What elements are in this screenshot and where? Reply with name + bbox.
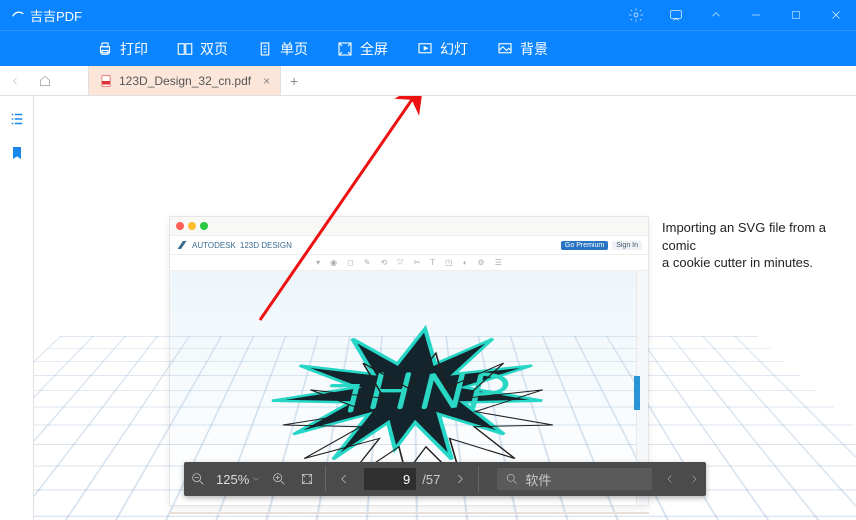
- app-name: 吉吉PDF: [30, 6, 82, 25]
- fullscreen-button[interactable]: 全屏: [336, 39, 388, 59]
- minimize-button[interactable]: [736, 0, 776, 30]
- page-number-input[interactable]: 9: [364, 468, 416, 490]
- background-icon: [496, 40, 514, 58]
- embedded-sidebar-handle: [634, 376, 640, 410]
- page-total: /57: [416, 472, 446, 487]
- embedded-brand: AUTODESK: [192, 241, 236, 250]
- collapse-button[interactable]: [696, 0, 736, 30]
- page-current: 9: [403, 472, 410, 487]
- caption-line-2: a cookie cutter in minutes.: [662, 254, 856, 272]
- window-controls: [616, 0, 856, 30]
- back-button[interactable]: [0, 66, 30, 95]
- search-placeholder: 软件: [525, 470, 551, 489]
- chevron-down-icon: [251, 474, 261, 484]
- embedded-toolbar: ▾◉◻✎⟲⤧✂T◳◐⚙☰: [170, 255, 648, 271]
- single-page-label: 单页: [280, 39, 308, 59]
- next-page-button[interactable]: [446, 472, 474, 486]
- double-page-icon: [176, 40, 194, 58]
- page-divider: [169, 512, 649, 514]
- zoom-out-button[interactable]: [184, 471, 212, 487]
- go-premium-badge: Go Premium: [561, 241, 608, 250]
- tab-title: 123D_Design_32_cn.pdf: [119, 74, 251, 88]
- feedback-button[interactable]: [656, 0, 696, 30]
- outline-panel-button[interactable]: [6, 108, 28, 130]
- sign-in-badge: Sign In: [612, 241, 642, 250]
- tab-close-button[interactable]: ×: [263, 74, 270, 88]
- double-page-button[interactable]: 双页: [176, 39, 228, 59]
- background-button[interactable]: 背景: [496, 39, 548, 59]
- figure-caption: Importing an SVG file from a comic a coo…: [662, 219, 856, 272]
- search-input[interactable]: 软件: [497, 468, 652, 490]
- background-label: 背景: [520, 39, 548, 59]
- single-page-button[interactable]: 单页: [256, 39, 308, 59]
- close-button[interactable]: [816, 0, 856, 30]
- caption-line-1: Importing an SVG file from a comic: [662, 219, 856, 254]
- viewer-footbar: 125% 9 /57 软件: [184, 462, 706, 496]
- embedded-product: 123D DESIGN: [240, 241, 292, 250]
- maximize-button[interactable]: [776, 0, 816, 30]
- settings-button[interactable]: [616, 0, 656, 30]
- document-viewport[interactable]: AUTODESK 123D DESIGN Go Premium Sign In …: [34, 96, 856, 520]
- print-label: 打印: [120, 39, 148, 59]
- zoom-in-button[interactable]: [265, 471, 293, 487]
- search-prev-button[interactable]: [658, 473, 682, 485]
- fullscreen-label: 全屏: [360, 39, 388, 59]
- double-page-label: 双页: [200, 39, 228, 59]
- fit-page-button[interactable]: [293, 471, 321, 487]
- single-page-icon: [256, 40, 274, 58]
- search-next-button[interactable]: [682, 473, 706, 485]
- zoom-level[interactable]: 125%: [212, 472, 265, 487]
- bookmark-panel-button[interactable]: [6, 142, 28, 164]
- search-icon: [505, 472, 519, 486]
- slideshow-button[interactable]: 幻灯: [416, 39, 468, 59]
- new-tab-button[interactable]: +: [281, 66, 307, 95]
- embedded-header: AUTODESK 123D DESIGN Go Premium Sign In: [170, 235, 648, 255]
- home-button[interactable]: [30, 66, 60, 95]
- mac-traffic-lights: [170, 217, 648, 235]
- print-button[interactable]: 打印: [96, 39, 148, 59]
- sidebar: [0, 96, 34, 520]
- slideshow-label: 幻灯: [440, 39, 468, 59]
- mac-close-icon: [176, 222, 184, 230]
- titlebar: 吉吉PDF: [0, 0, 856, 30]
- tab-bar: 123D_Design_32_cn.pdf × +: [0, 66, 856, 96]
- pdf-file-icon: [99, 74, 113, 88]
- slideshow-icon: [416, 40, 434, 58]
- main-toolbar: 打印 双页 单页 全屏 幻灯 背景: [0, 30, 856, 66]
- mac-zoom-icon: [200, 222, 208, 230]
- mac-minimize-icon: [188, 222, 196, 230]
- zoom-value: 125%: [216, 472, 249, 487]
- print-icon: [96, 40, 114, 58]
- fullscreen-icon: [336, 40, 354, 58]
- autodesk-logo-icon: [176, 239, 188, 251]
- active-tab[interactable]: 123D_Design_32_cn.pdf ×: [88, 66, 281, 95]
- prev-page-button[interactable]: [330, 472, 358, 486]
- app-logo: 吉吉PDF: [10, 6, 82, 25]
